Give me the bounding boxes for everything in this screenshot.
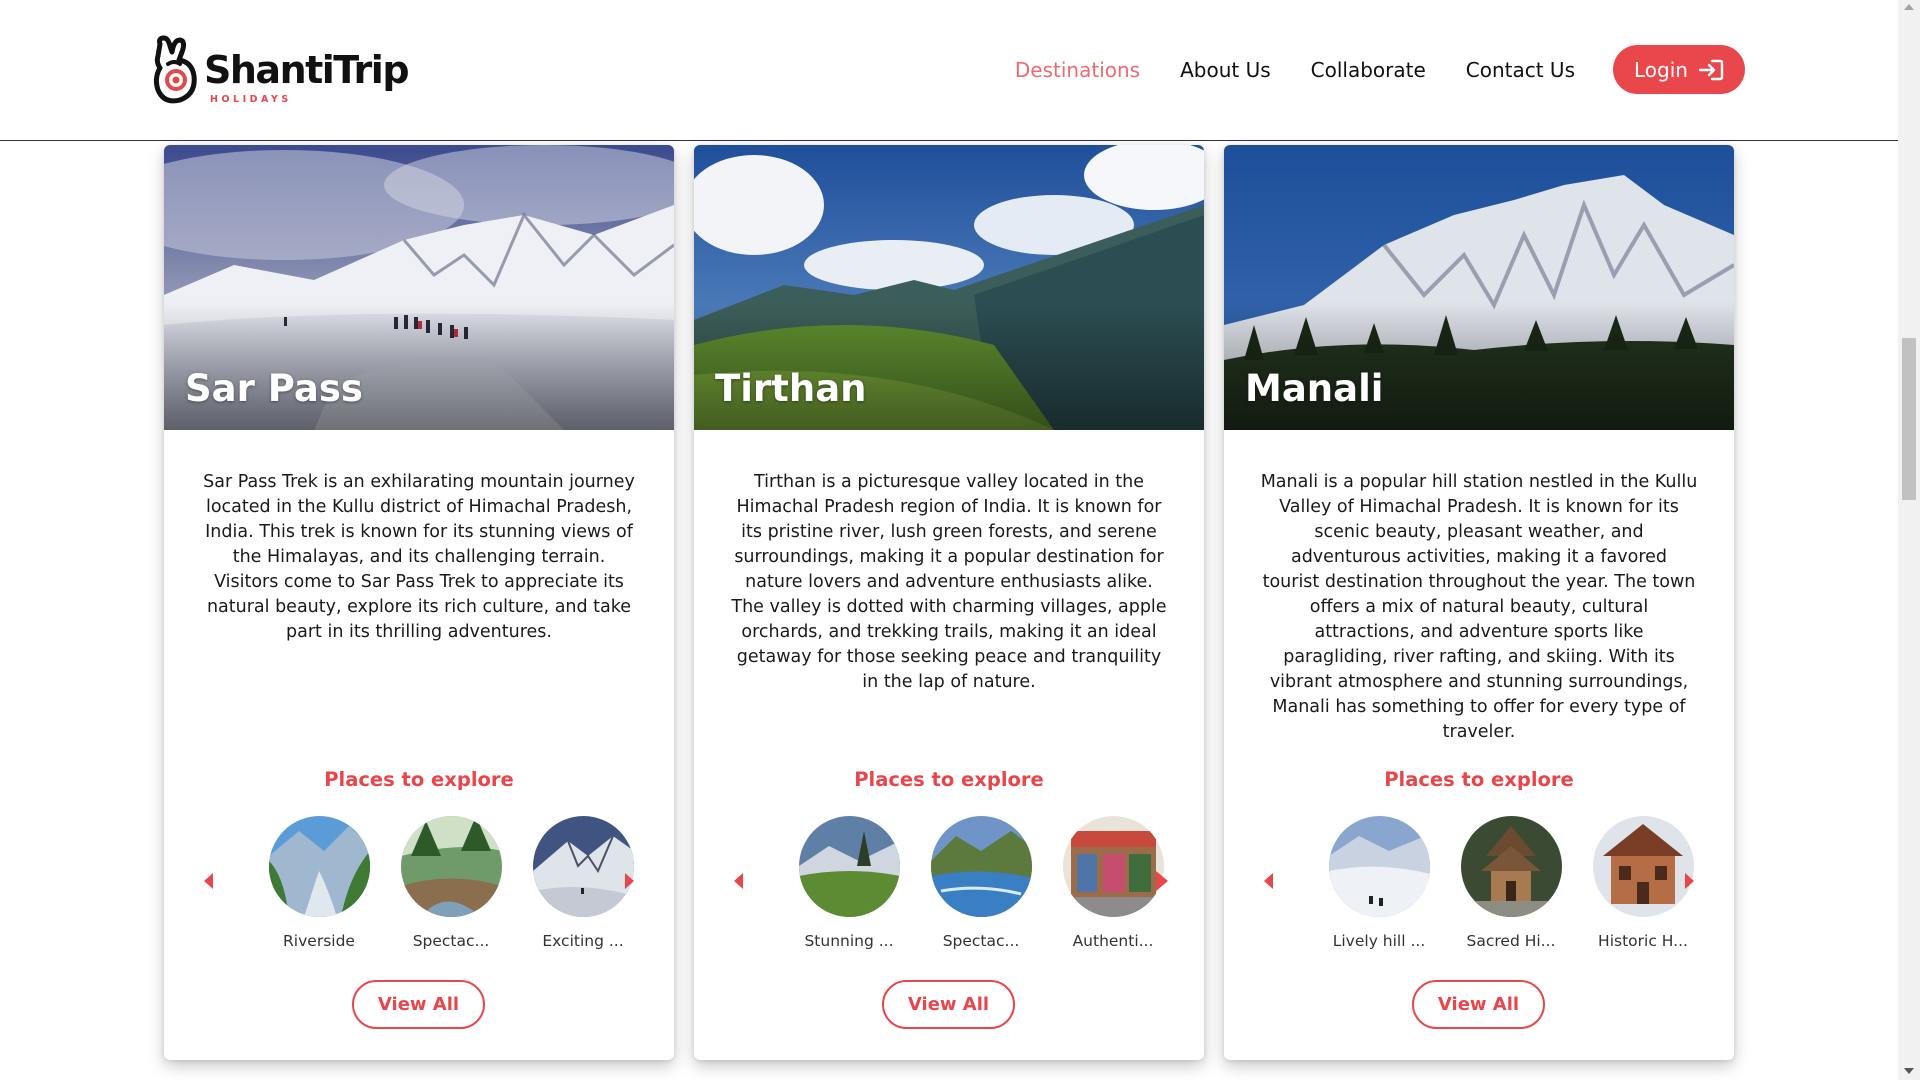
places-carousel: Lively hill ... Sacred Hi... Historic H.…: [1224, 816, 1734, 966]
place-item[interactable]: Exciting ...: [528, 816, 638, 950]
card-title: Manali: [1245, 367, 1384, 410]
places-title: Places to explore: [854, 768, 1044, 791]
view-all-button[interactable]: View All: [352, 980, 485, 1029]
meadow-photo: [798, 816, 900, 917]
scroll-up-icon[interactable]: [1904, 4, 1914, 10]
nav-about-us[interactable]: About Us: [1180, 58, 1271, 82]
place-thumbnail: [1328, 816, 1430, 917]
nav-collaborate[interactable]: Collaborate: [1311, 58, 1426, 82]
carousel-next-icon[interactable]: [1685, 873, 1694, 889]
place-item[interactable]: Sacred Hi...: [1456, 816, 1566, 950]
place-name: Spectac...: [942, 932, 1020, 950]
historic-house-photo: [1592, 816, 1694, 917]
nav-destinations[interactable]: Destinations: [1015, 58, 1140, 82]
place-name: Spectac...: [412, 932, 490, 950]
place-thumbnail: [930, 816, 1032, 917]
place-item[interactable]: Authenti...: [1058, 816, 1168, 950]
carousel-next-icon[interactable]: [625, 873, 634, 889]
place-item[interactable]: Riverside: [264, 816, 374, 950]
place-thumbnail: [1592, 816, 1694, 917]
card-title: Tirthan: [715, 367, 867, 410]
login-button-label: Login: [1634, 57, 1688, 82]
brand-logo[interactable]: ShantiTrip HOLIDAYS: [152, 34, 410, 106]
card-description: Sar Pass Trek is an exhilarating mountai…: [203, 472, 635, 642]
place-name: Sacred Hi...: [1466, 932, 1556, 950]
site-header: ShantiTrip HOLIDAYS Destinations About U…: [0, 0, 1898, 141]
temple-photo: [1460, 816, 1562, 917]
page-scrollbar[interactable]: [1898, 0, 1920, 1080]
blue-river-photo: [930, 816, 1032, 917]
place-name: Riverside: [283, 932, 355, 950]
place-name: Exciting ...: [542, 932, 624, 950]
place-name: Authenti...: [1072, 932, 1154, 950]
snow-hill-photo: [1328, 816, 1430, 917]
places-title: Places to explore: [1384, 768, 1574, 791]
place-item[interactable]: Lively hill ...: [1324, 816, 1434, 950]
card-hero-image[interactable]: Tirthan: [694, 145, 1204, 430]
destination-card-sar-pass: Sar Pass Sar Pass Trek is an exhilaratin…: [164, 145, 674, 1060]
places-carousel: Riverside Spectac... Exciting ...: [164, 816, 674, 966]
place-item[interactable]: Historic H...: [1588, 816, 1698, 950]
card-title: Sar Pass: [185, 367, 363, 410]
brand-name: ShantiTrip: [204, 48, 410, 92]
carousel-next-icon[interactable]: [1156, 871, 1168, 891]
card-hero-image[interactable]: Manali: [1224, 145, 1734, 430]
carousel-prev-icon[interactable]: [204, 873, 213, 889]
place-name: Stunning ...: [804, 932, 894, 950]
places-title: Places to explore: [324, 768, 514, 791]
scrollbar-thumb[interactable]: [1902, 338, 1916, 500]
place-item[interactable]: Spectac...: [396, 816, 506, 950]
card-description: Manali is a popular hill station nestled…: [1260, 472, 1698, 742]
place-item[interactable]: Stunning ...: [794, 816, 904, 950]
place-name: Lively hill ...: [1332, 932, 1426, 950]
places-carousel: Stunning ... Spectac... Authenti...: [694, 816, 1204, 966]
forest-stream-photo: [400, 816, 502, 917]
place-thumbnail: [798, 816, 900, 917]
card-description: Tirthan is a picturesque valley located …: [731, 472, 1167, 692]
view-all-button[interactable]: View All: [882, 980, 1015, 1029]
place-thumbnail: [1460, 816, 1562, 917]
scroll-down-icon[interactable]: [1904, 1068, 1914, 1074]
carousel-prev-icon[interactable]: [734, 873, 743, 889]
snowy-slope-photo: [532, 816, 634, 917]
place-item[interactable]: Spectac...: [926, 816, 1036, 950]
place-thumbnail: [1062, 816, 1164, 917]
place-thumbnail: [532, 816, 634, 917]
brand-tagline: HOLIDAYS: [210, 94, 292, 105]
place-name: Historic H...: [1598, 932, 1688, 950]
destination-card-tirthan: Tirthan Tirthan is a picturesque valley …: [694, 145, 1204, 1060]
place-thumbnail: [268, 816, 370, 917]
destination-card-manali: Manali Manali is a popular hill station …: [1224, 145, 1734, 1060]
river-valley-photo: [268, 816, 370, 917]
nav-contact-us[interactable]: Contact Us: [1466, 58, 1575, 82]
login-arrow-icon: [1698, 59, 1724, 80]
view-all-button[interactable]: View All: [1412, 980, 1545, 1029]
shop-front-photo: [1062, 816, 1164, 917]
carousel-prev-icon[interactable]: [1264, 873, 1273, 889]
logo-hand-icon: [153, 35, 197, 104]
login-button[interactable]: Login: [1613, 45, 1745, 94]
main-nav: Destinations About Us Collaborate Contac…: [1015, 45, 1745, 94]
card-hero-image[interactable]: Sar Pass: [164, 145, 674, 430]
place-thumbnail: [400, 816, 502, 917]
